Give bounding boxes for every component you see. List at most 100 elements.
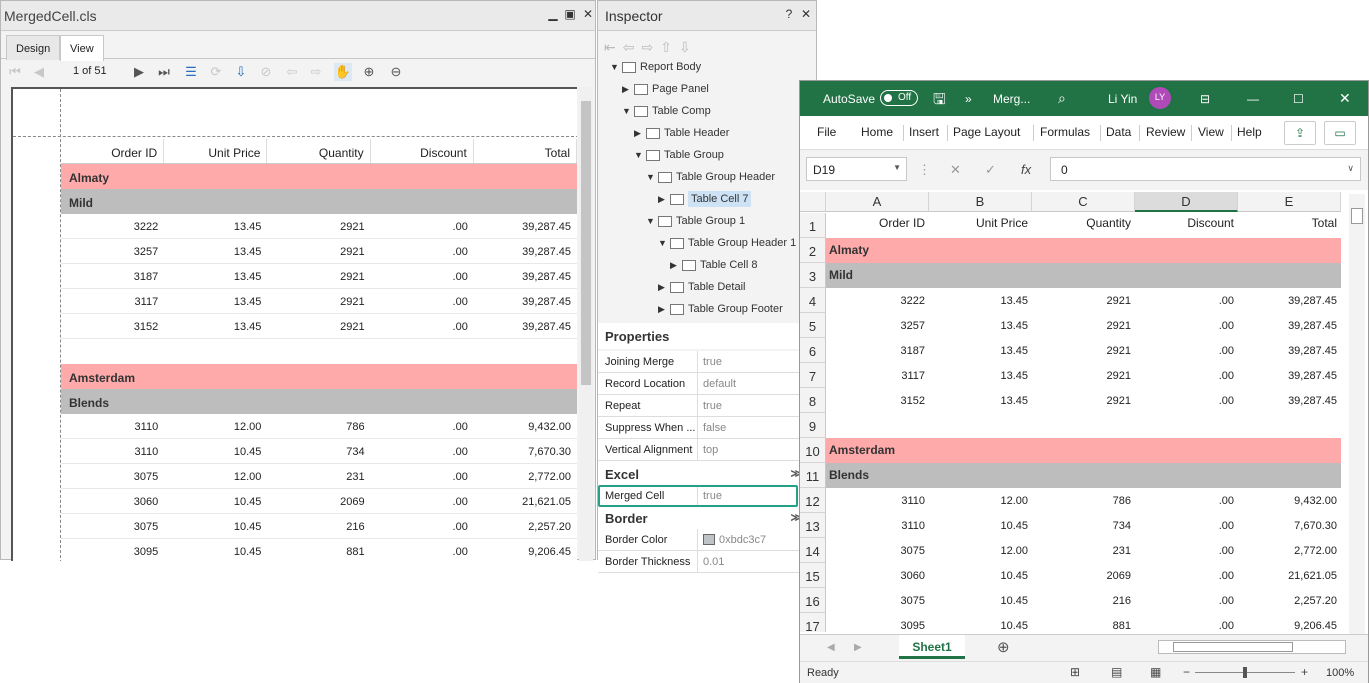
scrollbar-thumb[interactable] — [1173, 642, 1293, 652]
ribbon-display-icon[interactable]: ⊟ — [1200, 92, 1210, 106]
sheet-cell[interactable]: 3187 — [826, 338, 929, 363]
sheet-cell[interactable]: 13.45 — [929, 338, 1032, 363]
sheet-cell[interactable]: 3257 — [826, 313, 929, 338]
menu-help[interactable]: Help — [1237, 125, 1262, 139]
property-row[interactable]: Record Location default — [598, 373, 816, 395]
sheet-cell[interactable]: 786 — [1032, 488, 1135, 513]
sheet-cell[interactable]: 3075 — [826, 588, 929, 613]
sheet-cell[interactable]: 3152 — [826, 388, 929, 413]
sheet-cell[interactable]: 9,432.00 — [1238, 488, 1341, 513]
property-row[interactable]: Repeat true — [598, 395, 816, 417]
last-page-icon[interactable]: ⏭ — [155, 63, 173, 81]
scrollbar-thumb[interactable] — [581, 101, 591, 385]
sheet-cell[interactable]: 39,287.45 — [1238, 388, 1341, 413]
nav-forward-icon[interactable]: ⇨ — [641, 39, 653, 57]
sheet-cell[interactable]: 3075 — [826, 538, 929, 563]
sheet-cell[interactable]: .00 — [1135, 563, 1238, 588]
sheet-cell[interactable]: 2,772.00 — [1238, 538, 1341, 563]
sheet-cell[interactable]: 39,287.45 — [1238, 313, 1341, 338]
prev-page-icon[interactable]: ◀ — [30, 63, 48, 81]
tab-design[interactable]: Design — [6, 35, 61, 60]
prop-value[interactable]: 0.01 — [698, 551, 724, 572]
tree-node[interactable]: ▶ Table Cell 7 — [658, 189, 752, 209]
close-icon[interactable]: ✕ — [1339, 90, 1351, 107]
prop-value[interactable]: top — [698, 439, 718, 460]
sheet-cell[interactable]: .00 — [1135, 488, 1238, 513]
sheet-cell[interactable]: .00 — [1135, 338, 1238, 363]
chevron-down-icon[interactable]: ▼ — [622, 106, 634, 116]
sheet-cell[interactable]: 2069 — [1032, 563, 1135, 588]
zoom-in-icon[interactable]: + — [1301, 665, 1308, 679]
hand-icon[interactable]: ✋ — [334, 63, 352, 81]
nav-up-icon[interactable]: ⇧ — [660, 39, 672, 57]
chevron-down-icon[interactable]: ▼ — [646, 216, 658, 226]
menu-page-layout[interactable]: Page Layout — [953, 125, 1020, 139]
sheet-cell[interactable]: 13.45 — [929, 313, 1032, 338]
zoom-out-icon[interactable]: ⊖ — [387, 63, 405, 81]
prop-border-thickness[interactable]: Border Thickness 0.01 — [598, 551, 816, 573]
more-options-icon[interactable]: ⋮ — [918, 162, 931, 178]
comments-icon[interactable]: ▭ — [1324, 121, 1356, 145]
sheet-cell[interactable]: 2921 — [1032, 313, 1135, 338]
save-icon[interactable]: 🖫 — [933, 89, 946, 114]
excel-vertical-scrollbar[interactable] — [1349, 194, 1365, 634]
nav-first-icon[interactable]: ⇤ — [604, 39, 616, 57]
chevron-right-icon[interactable]: ▶ — [670, 260, 682, 271]
page-layout-icon[interactable]: ▤ — [1111, 665, 1122, 679]
sheet-cell[interactable]: .00 — [1135, 363, 1238, 388]
sheet-cell[interactable]: 10.45 — [929, 563, 1032, 588]
chevron-right-icon[interactable]: ▶ — [658, 304, 670, 315]
sheet-cell[interactable]: 10.45 — [929, 613, 1032, 632]
sheet-cell[interactable]: Unit Price — [929, 213, 1032, 238]
menu-review[interactable]: Review — [1146, 125, 1185, 139]
horizontal-scrollbar[interactable] — [1158, 640, 1346, 654]
row-header[interactable]: 13 — [800, 513, 826, 538]
sheet-cell[interactable]: Discount — [1135, 213, 1238, 238]
chevron-down-icon[interactable]: ▼ — [646, 172, 658, 182]
minimize-icon[interactable]: — — [1247, 92, 1259, 106]
minimize-button[interactable]: ▁ — [546, 7, 560, 21]
chevron-down-icon[interactable]: ▼ — [634, 150, 646, 160]
refresh-icon[interactable]: ⟳ — [207, 63, 225, 81]
sheet-cell[interactable]: 3095 — [826, 613, 929, 632]
sheet-cell[interactable]: 3117 — [826, 363, 929, 388]
row-header[interactable]: 15 — [800, 563, 826, 588]
sheet-cell[interactable]: 10.45 — [929, 513, 1032, 538]
zoom-slider[interactable] — [1195, 667, 1295, 678]
row-header[interactable]: 1 — [800, 213, 826, 238]
tab-view[interactable]: View — [60, 35, 104, 61]
row-header[interactable]: 10 — [800, 438, 826, 463]
next-sheet-icon[interactable]: ▶ — [854, 642, 862, 653]
row-header[interactable]: 2 — [800, 238, 826, 263]
menu-file[interactable]: File — [817, 125, 836, 139]
chevron-right-icon[interactable]: ▶ — [634, 128, 646, 139]
enter-icon[interactable]: ✓ — [985, 162, 996, 178]
report-scrollbar[interactable] — [579, 87, 593, 561]
back-icon[interactable]: ⇦ — [283, 63, 301, 81]
sheet-cell[interactable]: 39,287.45 — [1238, 363, 1341, 388]
close-button[interactable]: ✕ — [581, 7, 595, 21]
chevron-down-icon[interactable]: ▼ — [658, 238, 670, 248]
sheet-cell[interactable]: 231 — [1032, 538, 1135, 563]
property-row[interactable]: Joining Merge true — [598, 351, 816, 373]
sheet-cell[interactable]: 734 — [1032, 513, 1135, 538]
sheet-cell[interactable]: 3060 — [826, 563, 929, 588]
sheet-cell[interactable]: 13.45 — [929, 363, 1032, 388]
sheet-cell[interactable]: Order ID — [826, 213, 929, 238]
menu-home[interactable]: Home — [861, 125, 893, 139]
insert-function-icon[interactable]: fx — [1021, 162, 1031, 177]
search-icon[interactable]: ⌕ — [1058, 90, 1066, 107]
sheet-cell[interactable]: .00 — [1135, 313, 1238, 338]
sheet-cell[interactable]: .00 — [1135, 588, 1238, 613]
row-header[interactable]: 14 — [800, 538, 826, 563]
row-header[interactable]: 5 — [800, 313, 826, 338]
sheet-cell[interactable]: .00 — [1135, 538, 1238, 563]
sheet-cell[interactable]: 39,287.45 — [1238, 338, 1341, 363]
row-header[interactable]: 3 — [800, 263, 826, 288]
sheet-tab[interactable]: Sheet1 — [899, 635, 965, 659]
select-all-corner[interactable] — [800, 192, 826, 212]
sheet-cell[interactable]: 216 — [1032, 588, 1135, 613]
sheet-cell[interactable]: 2921 — [1032, 338, 1135, 363]
chevron-right-icon[interactable]: ▶ — [622, 84, 634, 95]
property-row[interactable]: Vertical Alignment top — [598, 439, 816, 461]
